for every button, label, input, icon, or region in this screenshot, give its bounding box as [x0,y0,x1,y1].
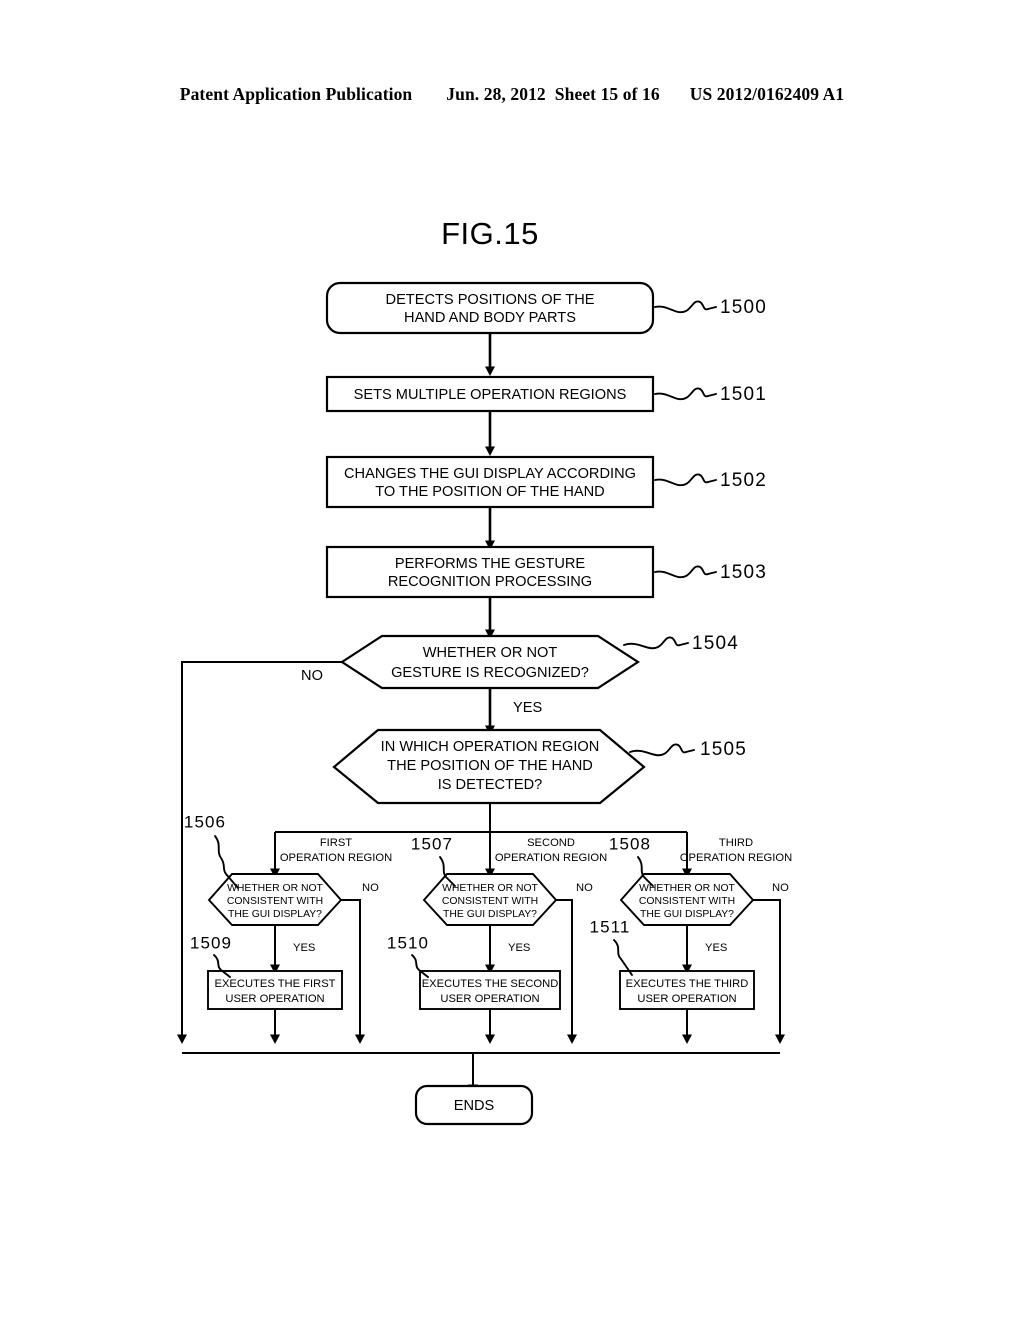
leader-1500 [654,300,717,314]
node-1504-label-line2: GESTURE IS RECOGNIZED? [391,665,589,681]
ref-1503: 1503 [720,562,767,583]
edge-label-no-1508: NO [772,882,789,894]
node-1504-label-line1: WHETHER OR NOT [423,645,558,661]
node-1507-label-line3: THE GUI DISPLAY? [443,909,537,920]
node-1507-label-line2: CONSISTENT WITH [442,896,538,907]
ref-1510: 1510 [387,933,429,952]
node-1502-label-line1: CHANGES THE GUI DISPLAY ACCORDING [344,466,636,482]
node-1506-label-line3: THE GUI DISPLAY? [228,909,322,920]
edge-1507-no [556,899,577,1044]
edge-label-third-region-line1: THIRD [719,837,753,849]
edge-label-yes-1507: YES [508,942,530,954]
edge-label-yes-1504: YES [513,700,542,716]
ref-1504: 1504 [692,633,739,654]
figure-15: FIG.15 DETECTS POSITIONS OF THE HAND AND… [0,0,1024,1320]
node-1505-label-line3: IS DETECTED? [438,777,543,793]
edge-1508-no [753,899,785,1044]
node-1502-label-line2: TO THE POSITION OF THE HAND [375,484,604,500]
node-1510-label-line1: EXECUTES THE SECOND [422,978,559,990]
node-1511-label-line1: EXECUTES THE THIRD [626,978,749,990]
leader-1504 [623,636,689,650]
node-1507-label-line1: WHETHER OR NOT [442,883,538,894]
leader-1511 [613,939,633,976]
node-1508-label-line3: THE GUI DISPLAY? [640,909,734,920]
ref-1508: 1508 [609,834,651,853]
node-1505-label-line1: IN WHICH OPERATION REGION [381,739,600,755]
edge-1506-no [341,899,365,1044]
edge-label-second-region-line1: SECOND [527,837,575,849]
leader-1502 [654,473,717,487]
node-1508-label-line1: WHETHER OR NOT [639,883,735,894]
leader-1501 [654,387,717,401]
edge-label-first-region-line1: FIRST [320,837,352,849]
node-1500-label-line2: HAND AND BODY PARTS [404,310,576,326]
figure-title: FIG.15 [441,216,539,251]
node-1510-label-line2: USER OPERATION [440,993,539,1005]
node-1508-label-line2: CONSISTENT WITH [639,896,735,907]
edge-label-third-region-line2: OPERATION REGION [680,852,792,864]
node-1503-label-line1: PERFORMS THE GESTURE [395,556,586,572]
edge-label-no-1506: NO [362,882,379,894]
node-1500-label-line1: DETECTS POSITIONS OF THE [386,292,595,308]
ref-1500: 1500 [720,297,767,318]
node-1509-label-line2: USER OPERATION [225,993,324,1005]
ref-1502: 1502 [720,470,767,491]
edge-label-yes-1506: YES [293,942,315,954]
edge-label-second-region-line2: OPERATION REGION [495,852,607,864]
edge-label-no-1507: NO [576,882,593,894]
leader-1503 [654,565,717,579]
node-1511-label-line2: USER OPERATION [637,993,736,1005]
edge-label-no-1504: NO [301,668,323,684]
node-1501-label-line1: SETS MULTIPLE OPERATION REGIONS [354,387,627,403]
node-1505-label-line2: THE POSITION OF THE HAND [387,758,593,774]
ref-1511: 1511 [590,917,631,936]
edge-label-yes-1508: YES [705,942,727,954]
edge-label-first-region-line2: OPERATION REGION [280,852,392,864]
ref-1506: 1506 [184,812,226,831]
leader-1505 [629,743,695,757]
patent-page: Patent Application Publication Jun. 28, … [0,0,1024,1320]
ref-1509: 1509 [190,933,232,952]
ref-1507: 1507 [411,834,453,853]
node-1506-label-line2: CONSISTENT WITH [227,896,323,907]
ref-1501: 1501 [720,384,767,405]
ref-1505: 1505 [700,739,747,760]
node-1506-label-line1: WHETHER OR NOT [227,883,323,894]
node-ends-label: ENDS [454,1098,495,1114]
node-1503-label-line2: RECOGNITION PROCESSING [388,574,592,590]
node-1509-label-line1: EXECUTES THE FIRST [214,978,335,990]
